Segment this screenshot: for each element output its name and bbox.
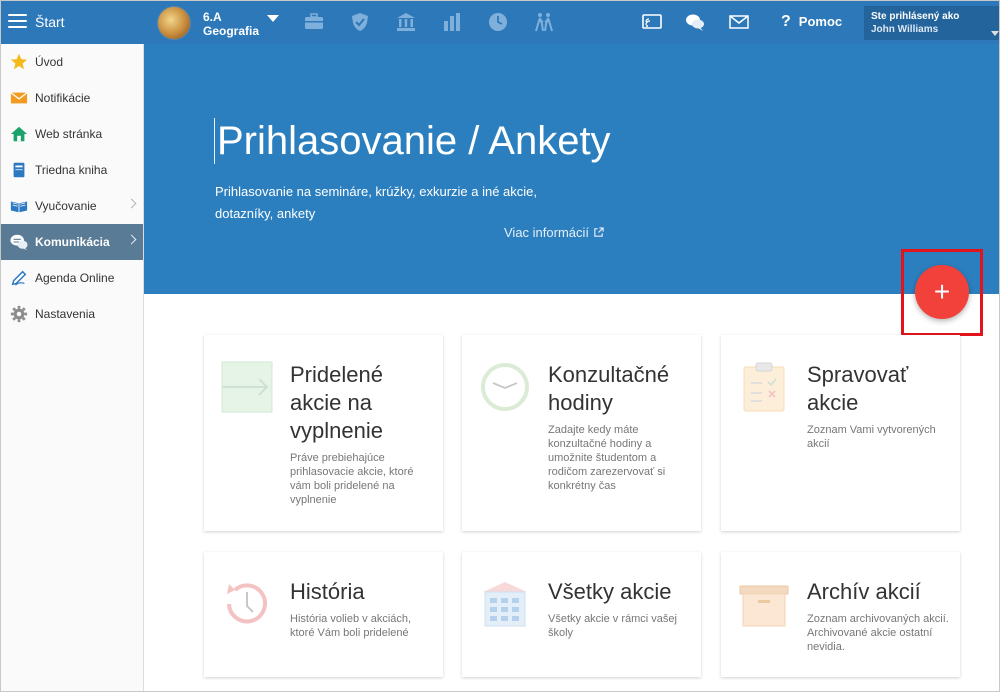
sidebar-item-label: Komunikácia xyxy=(35,235,110,249)
book-icon xyxy=(9,161,28,180)
top-bar: Štart 6.A Geografia ? Pomoc Ste prihláse… xyxy=(1,1,999,44)
card-title: Archív akcií xyxy=(807,579,921,604)
card-title: Konzultačné hodiny xyxy=(548,362,670,415)
card-title: Všetky akcie xyxy=(548,579,672,604)
user-caret-down-icon[interactable] xyxy=(991,31,999,36)
user-name: John Williams xyxy=(871,24,939,35)
card-description: Zoznam archivovaných akcií. Archivované … xyxy=(807,613,949,653)
class-name: 6.A xyxy=(203,10,222,24)
sidebar-item-uvod[interactable]: Úvod xyxy=(1,44,143,80)
clipboard-checklist-icon xyxy=(738,361,790,413)
card-title: Spravovať akcie xyxy=(807,362,909,415)
card-title: História xyxy=(290,579,365,604)
history-clock-icon xyxy=(221,578,273,630)
arrow-right-icon xyxy=(221,361,273,413)
page-description-line: Prihlasovanie na semináre, krúžky, exkur… xyxy=(215,184,538,199)
hamburger-menu-icon[interactable] xyxy=(8,14,27,29)
house-icon xyxy=(9,125,28,144)
card-description: Všetky akcie v rámci vašej školy xyxy=(548,613,677,639)
help-label: Pomoc xyxy=(798,14,843,29)
page-title: Prihlasovanie / Ankety xyxy=(214,118,611,164)
sidebar-item-label: Nastavenia xyxy=(35,307,96,321)
clock-icon xyxy=(479,361,531,413)
sidebar-item-vyucovanie[interactable]: Vyučovanie xyxy=(1,188,143,224)
students-walking-icon[interactable] xyxy=(534,12,554,32)
gear-icon xyxy=(9,305,28,324)
sidebar: Úvod Notifikácie Web stránka Triedna kni… xyxy=(1,44,144,691)
bank-icon[interactable] xyxy=(396,12,416,32)
start-link[interactable]: Štart xyxy=(35,14,65,30)
card-archive[interactable]: Archív akcií Zoznam archivovaných akcií.… xyxy=(721,552,960,677)
more-info-link[interactable]: Viac informácií xyxy=(504,225,604,240)
bar-chart-icon[interactable] xyxy=(442,12,462,32)
hero-banner: Prihlasovanie / Ankety Prihlasovanie na … xyxy=(144,44,999,294)
card-description: Zadajte kedy máte konzultačné hodiny a u… xyxy=(548,424,666,492)
logged-in-label: Ste prihlásený ako xyxy=(871,11,960,22)
more-info-label: Viac informácií xyxy=(504,225,590,240)
sidebar-item-nastavenia[interactable]: Nastavenia xyxy=(1,296,143,332)
sidebar-item-notifikacie[interactable]: Notifikácie xyxy=(1,80,143,116)
archive-box-icon xyxy=(738,578,790,630)
pencil-icon xyxy=(9,269,28,288)
class-caret-down-icon[interactable] xyxy=(267,15,279,22)
chat-icon[interactable] xyxy=(685,12,705,32)
chevron-right-icon xyxy=(126,198,137,209)
mail-icon[interactable] xyxy=(729,12,749,32)
card-consultation-hours[interactable]: Konzultačné hodiny Zadajte kedy máte kon… xyxy=(462,335,701,531)
card-manage-events[interactable]: Spravovať akcie Zoznam Vami vytvorených … xyxy=(721,335,960,531)
help-link[interactable]: ? Pomoc xyxy=(781,13,842,31)
open-book-icon xyxy=(9,197,28,216)
sidebar-item-triedna-kniha[interactable]: Triedna kniha xyxy=(1,152,143,188)
page-description-line: dotazníky, ankety xyxy=(215,206,316,221)
card-description: Zoznam Vami vytvorených akcií xyxy=(807,424,936,450)
sidebar-item-komunikacia[interactable]: Komunikácia xyxy=(1,224,143,260)
sidebar-item-label: Web stránka xyxy=(35,127,103,141)
external-link-icon xyxy=(594,227,604,237)
sidebar-item-label: Triedna kniha xyxy=(35,163,108,177)
sidebar-item-label: Notifikácie xyxy=(35,91,91,105)
card-description: Práve prebiehajúce prihlasovacie akcie, … xyxy=(290,452,414,506)
tv-cast-icon[interactable] xyxy=(642,12,662,32)
card-assigned-events[interactable]: Pridelené akcie na vyplnenie Práve prebi… xyxy=(204,335,443,531)
card-title: Pridelené akcie na vyplnenie xyxy=(290,362,383,443)
sidebar-item-agenda-online[interactable]: Agenda Online xyxy=(1,260,143,296)
card-all-events[interactable]: Všetky akcie Všetky akcie v rámci vašej … xyxy=(462,552,701,677)
card-description: História volieb v akciách, ktoré Vám bol… xyxy=(290,613,412,639)
class-avatar[interactable] xyxy=(157,6,191,40)
school-building-icon xyxy=(479,578,531,630)
sidebar-item-label: Úvod xyxy=(35,55,64,69)
chevron-right-icon xyxy=(126,234,137,245)
question-mark-icon: ? xyxy=(781,13,791,30)
clock-icon[interactable] xyxy=(488,12,508,32)
highlight-annotation xyxy=(901,249,983,336)
user-menu[interactable]: Ste prihlásený ako John Williams xyxy=(864,6,999,40)
app-window: Štart 6.A Geografia ? Pomoc Ste prihláse… xyxy=(0,0,1000,692)
page-description: Prihlasovanie na semináre, krúžky, exkur… xyxy=(215,181,595,225)
sidebar-item-label: Agenda Online xyxy=(35,271,115,285)
card-history[interactable]: História História volieb v akciách, ktor… xyxy=(204,552,443,677)
chat-bubbles-icon xyxy=(9,233,28,252)
envelope-icon xyxy=(9,89,28,108)
sidebar-item-web-stranka[interactable]: Web stránka xyxy=(1,116,143,152)
class-subject: Geografia xyxy=(203,24,260,38)
sidebar-item-label: Vyučovanie xyxy=(35,199,97,213)
briefcase-icon[interactable] xyxy=(304,12,324,32)
class-selector[interactable]: 6.A Geografia xyxy=(203,10,259,38)
shield-icon[interactable] xyxy=(350,12,370,32)
star-icon xyxy=(9,53,28,72)
